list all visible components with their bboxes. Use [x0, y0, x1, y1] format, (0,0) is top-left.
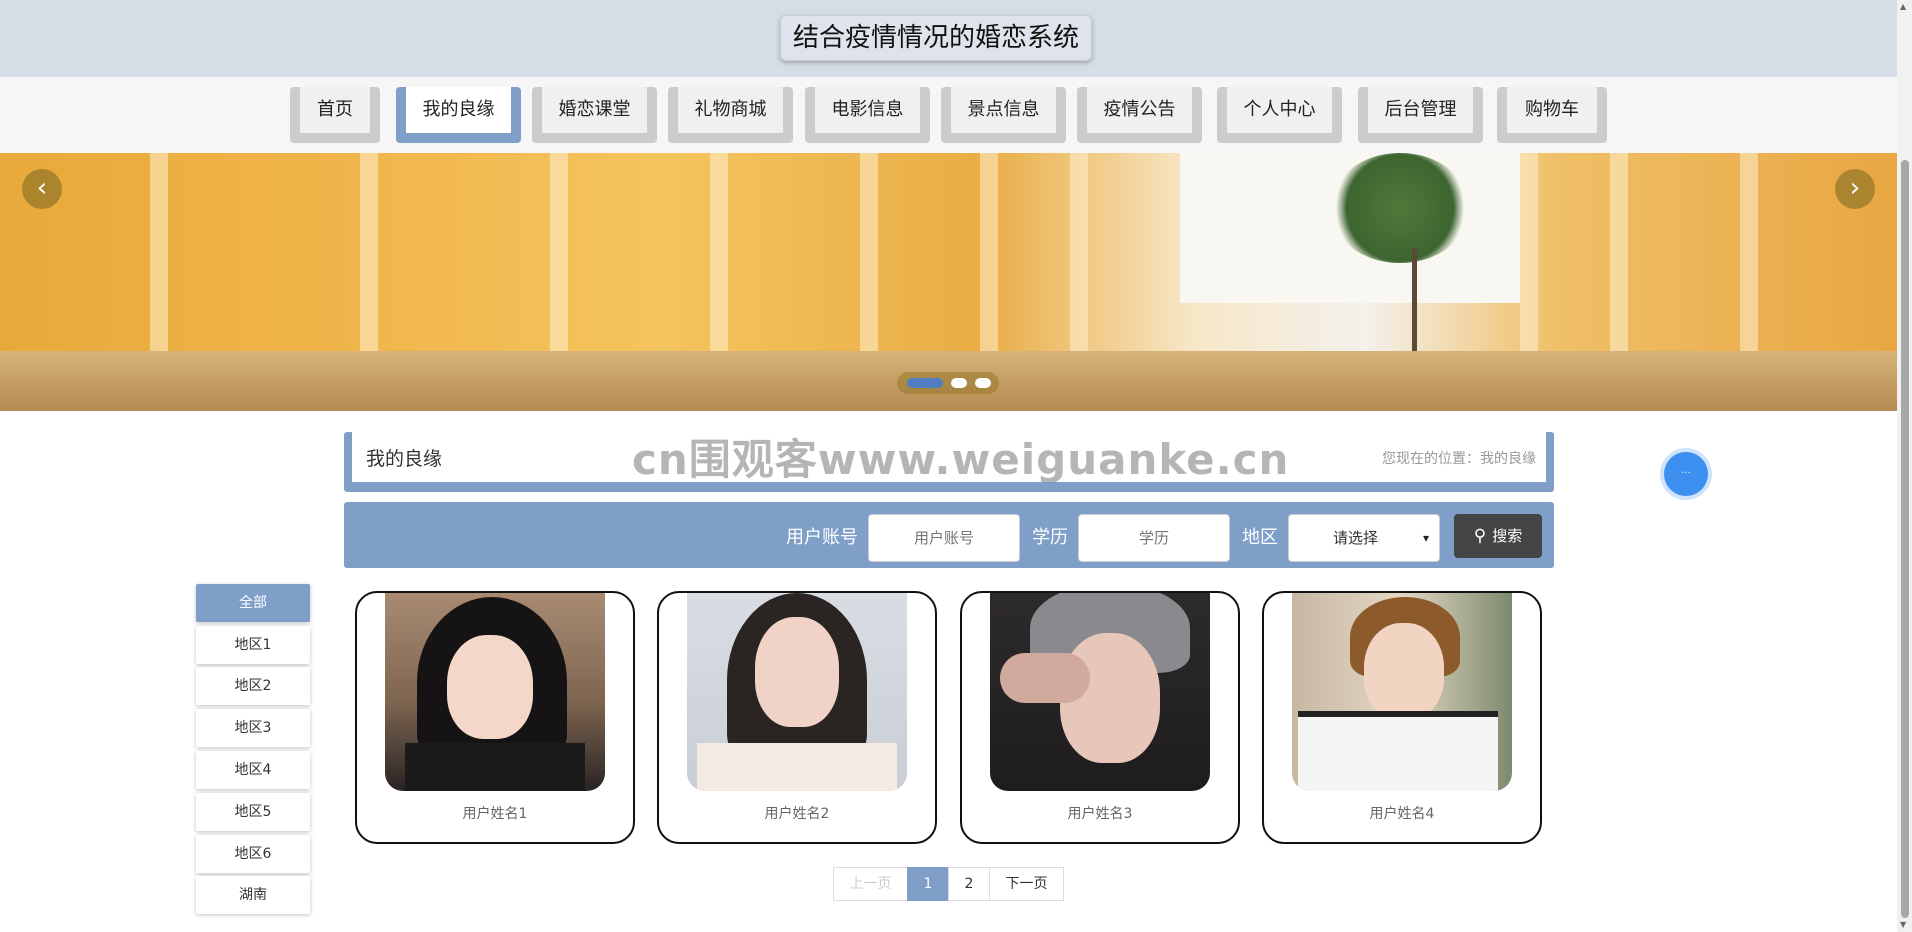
- account-label: 用户账号: [786, 527, 858, 548]
- sidebar-item-region5[interactable]: 地区5: [196, 793, 310, 831]
- scroll-thumb[interactable]: [1901, 160, 1909, 918]
- photo-face: [1364, 623, 1444, 719]
- nav-personal-center[interactable]: 个人中心: [1217, 87, 1342, 143]
- user-card[interactable]: 用户姓名4: [1262, 591, 1542, 844]
- site-header: 结合疫情情况的婚恋系统: [0, 0, 1897, 77]
- education-input[interactable]: [1078, 514, 1230, 562]
- nav-dating-class[interactable]: 婚恋课堂: [532, 87, 657, 143]
- nav-label: 礼物商城: [678, 87, 783, 133]
- photo-clothes: [697, 743, 897, 791]
- search-icon: ⚲: [1473, 526, 1487, 546]
- education-label: 学历: [1032, 527, 1068, 548]
- sidebar-item-region2[interactable]: 地区2: [196, 667, 310, 705]
- carousel-dots: [897, 372, 999, 394]
- user-photo: [687, 593, 907, 791]
- current-location: 您现在的位置：我的良缘: [1382, 451, 1536, 467]
- pagination-prev[interactable]: 上一页: [833, 867, 908, 901]
- nav-label: 首页: [300, 87, 370, 133]
- watermark-text: cn围观客www.weiguanke.cn: [632, 435, 1290, 484]
- user-card[interactable]: 用户姓名2: [657, 591, 937, 844]
- scroll-up-icon[interactable]: ▲: [1900, 2, 1906, 11]
- photo-clothes: [1298, 711, 1498, 791]
- photo-clothes: [405, 743, 585, 791]
- user-card[interactable]: 用户姓名3: [960, 591, 1240, 844]
- account-input[interactable]: [868, 514, 1020, 562]
- page-title: 我的良缘: [366, 448, 443, 470]
- carousel-prev-icon[interactable]: ‹: [22, 169, 62, 209]
- user-photo: [990, 593, 1210, 791]
- main-nav: 首页 我的良缘 婚恋课堂 礼物商城 电影信息 景点信息 疫情公告 个人中心 后台…: [0, 77, 1897, 153]
- pagination-page-2[interactable]: 2: [948, 867, 990, 901]
- nav-movie-info[interactable]: 电影信息: [805, 87, 930, 143]
- region-label: 地区: [1242, 527, 1278, 548]
- site-title: 结合疫情情况的婚恋系统: [780, 15, 1093, 61]
- nav-label: 景点信息: [951, 87, 1056, 133]
- nav-label: 我的良缘: [406, 87, 511, 133]
- user-card[interactable]: 用户姓名1: [355, 591, 635, 844]
- carousel-dot-1[interactable]: [907, 378, 943, 388]
- page-scrollbar[interactable]: ▲ ▼: [1897, 0, 1912, 932]
- carousel-next-icon[interactable]: ›: [1835, 169, 1875, 209]
- nav-label: 婚恋课堂: [542, 87, 647, 133]
- sidebar-item-hunan[interactable]: 湖南: [196, 876, 310, 914]
- pagination-next[interactable]: 下一页: [989, 867, 1064, 901]
- search-bar: 用户账号 学历 地区 请选择 ▾ ⚲ 搜索: [344, 502, 1554, 568]
- nav-label: 购物车: [1507, 87, 1597, 133]
- nav-admin[interactable]: 后台管理: [1358, 87, 1483, 143]
- nav-gift-mall[interactable]: 礼物商城: [668, 87, 793, 143]
- nav-home[interactable]: 首页: [290, 87, 380, 143]
- nav-epidemic-notice[interactable]: 疫情公告: [1077, 87, 1202, 143]
- sidebar-item-region6[interactable]: 地区6: [196, 835, 310, 873]
- photo-face: [447, 635, 533, 739]
- nav-label: 后台管理: [1368, 87, 1473, 133]
- plant-leaves: [1330, 153, 1470, 263]
- carousel-dot-2[interactable]: [951, 378, 967, 388]
- sidebar-item-region4[interactable]: 地区4: [196, 751, 310, 789]
- user-name: 用户姓名3: [1067, 806, 1133, 822]
- nav-label: 个人中心: [1227, 87, 1332, 133]
- nav-my-match[interactable]: 我的良缘: [396, 87, 521, 143]
- nav-cart[interactable]: 购物车: [1497, 87, 1607, 143]
- region-select[interactable]: 请选择 ▾: [1288, 514, 1440, 562]
- user-name: 用户姓名1: [462, 806, 528, 822]
- carousel-dot-3[interactable]: [975, 378, 991, 388]
- user-name: 用户姓名4: [1369, 806, 1435, 822]
- nav-label: 电影信息: [815, 87, 920, 133]
- region-selected: 请选择: [1333, 529, 1379, 547]
- scroll-down-icon[interactable]: ▼: [1900, 920, 1906, 929]
- sidebar-item-region1[interactable]: 地区1: [196, 626, 310, 664]
- user-photo: [385, 593, 605, 791]
- search-button[interactable]: ⚲ 搜索: [1454, 514, 1542, 558]
- user-photo: [1292, 593, 1512, 791]
- sidebar-item-all[interactable]: 全部: [196, 584, 310, 622]
- user-name: 用户姓名2: [764, 806, 830, 822]
- photo-face: [755, 617, 839, 727]
- search-button-label: 搜索: [1492, 527, 1523, 545]
- nav-label: 疫情公告: [1087, 87, 1192, 133]
- sidebar-item-region3[interactable]: 地区3: [196, 709, 310, 747]
- float-service-icon[interactable]: ···: [1664, 452, 1708, 496]
- nav-scenic-info[interactable]: 景点信息: [941, 87, 1066, 143]
- pagination-page-1[interactable]: 1: [907, 867, 949, 901]
- photo-hand: [1000, 653, 1090, 703]
- chevron-down-icon: ▾: [1422, 531, 1429, 545]
